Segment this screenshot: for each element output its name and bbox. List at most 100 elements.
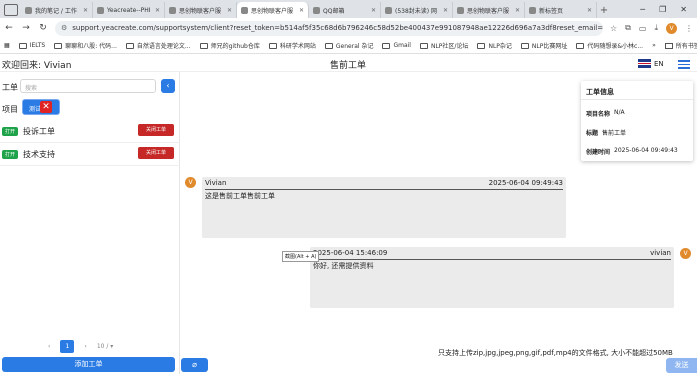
welcome-text: 欢迎回来: Vivian <box>2 61 72 71</box>
tab-close-icon[interactable]: ✕ <box>587 7 592 14</box>
bookmark-item[interactable]: 师兄的github仓库 <box>199 41 260 50</box>
browser-tab[interactable]: Yeacreate--PHI ✕ <box>93 2 165 18</box>
forward-icon[interactable]: → <box>21 23 31 33</box>
minimize-icon[interactable]: ─ <box>640 5 645 14</box>
browser-tab-active[interactable]: 思创物联客户服 ✕ <box>237 2 309 18</box>
tab-close-icon[interactable]: ✕ <box>155 7 160 14</box>
window-controls: ─ ❐ ✕ <box>640 0 697 18</box>
bookmark-item[interactable]: 科研学术网站 <box>268 41 316 50</box>
tab-favicon-icon <box>241 6 248 14</box>
bookmark-item[interactable]: NLP杂记 <box>477 41 512 50</box>
tab-close-icon[interactable]: ✕ <box>83 7 88 14</box>
browser-tab[interactable]: 我的笔记 / 工作 ✕ <box>21 2 93 18</box>
info-row: 项目名称 N/A <box>586 109 625 118</box>
browser-tab-strip: 我的笔记 / 工作 ✕ Yeacreate--PHI ✕ 思创物联客户服 ✕ 思创物联… <box>0 0 697 18</box>
bookmark-item[interactable]: General 杂记 <box>324 41 373 50</box>
screenshot-tooltip: 截图(Alt + A) <box>282 251 320 262</box>
bookmark-item[interactable]: Gmail <box>382 42 411 49</box>
uk-flag-icon <box>638 59 651 68</box>
back-icon[interactable]: ← <box>4 23 14 33</box>
next-page-icon[interactable]: › <box>84 343 86 350</box>
address-bar[interactable]: ⚙ support.yeacreate.com/supportsystem/cl… <box>55 20 603 36</box>
ticket-sidebar: 工单 搜索 ‹ 项目 测试 ✕ 打开 投诉工单 关闭工单 打开 技术支持 关闭工… <box>0 72 180 374</box>
message-text: 这是售前工单售前工单 <box>205 192 275 200</box>
prev-page-icon[interactable]: ‹ <box>48 343 50 350</box>
star-icon[interactable]: ☆ <box>610 24 617 33</box>
divider <box>205 189 563 190</box>
bookmark-item[interactable]: 聊聊和八股: 代码... <box>54 41 117 50</box>
page-size-select[interactable]: 10 / ▾ <box>97 343 113 350</box>
downloads-icon[interactable]: ⤓ <box>654 23 658 33</box>
ticket-list-item[interactable]: 打开 投诉工单 关闭工单 <box>0 121 180 143</box>
message-text: 你好, 还需提供资料 <box>313 262 374 270</box>
close-ticket-button[interactable]: 关闭工单 <box>138 147 174 159</box>
send-button[interactable]: 发送 <box>666 358 697 373</box>
restore-icon[interactable]: ❐ <box>659 5 666 14</box>
ticket-name: 投诉工单 <box>23 127 55 136</box>
tab-close-icon[interactable]: ✕ <box>443 7 448 14</box>
info-row: 标题 售前工单 <box>586 130 627 137</box>
reload-icon[interactable]: ↻ <box>38 23 48 33</box>
tab-favicon-icon <box>457 6 464 14</box>
close-ticket-button[interactable]: 关闭工单 <box>138 124 174 136</box>
info-row: 创建时间 2025-06-04 09:49:43 <box>586 147 678 156</box>
bookmark-item[interactable]: 代码随想录&小林c... <box>576 41 643 50</box>
current-page[interactable]: 1 <box>60 340 75 353</box>
tab-favicon-icon <box>25 6 32 14</box>
collapse-sidebar-button[interactable]: ‹ <box>161 79 175 93</box>
new-tab-icon[interactable]: + <box>597 5 611 16</box>
browser-actions: ☆ ⧉ ▭ ⤓ V ⋮ <box>610 22 693 34</box>
language-switch[interactable]: EN <box>638 59 664 68</box>
divider <box>581 99 693 100</box>
browser-tab[interactable]: 思创物联客户服 ✕ <box>165 2 237 18</box>
browser-tab[interactable]: QQ邮箱 ✕ <box>309 2 381 18</box>
add-ticket-button[interactable]: 添加工单 <box>2 357 175 372</box>
message-bubble: vivian 2025-06-04 15:46:09 你好, 还需提供资料 <box>310 247 674 308</box>
remove-project-icon[interactable]: ✕ <box>40 101 52 113</box>
folder-icon <box>268 42 277 49</box>
tab-favicon-icon <box>529 6 536 14</box>
split-icon[interactable]: ▭ <box>639 24 647 33</box>
apps-icon[interactable]: ▦ <box>4 42 10 49</box>
browser-menu-icon[interactable]: ⋮ <box>685 24 693 33</box>
tab-favicon-icon <box>385 6 392 14</box>
hamburger-menu-icon[interactable] <box>678 58 690 71</box>
folder-icon <box>419 42 428 49</box>
bookmarks-bar: ▦ IELTS 聊聊和八股: 代码... 自然语言处理论文... 师兄的gith… <box>0 38 697 54</box>
ticket-list-item[interactable]: 打开 技术支持 关闭工单 <box>0 144 180 166</box>
browser-tab[interactable]: (538封未读) 网 ✕ <box>381 2 453 18</box>
site-info-icon[interactable]: ⚙ <box>61 24 67 32</box>
profile-avatar[interactable]: V <box>666 22 677 34</box>
tab-favicon-icon <box>313 6 320 14</box>
tab-close-icon[interactable]: ✕ <box>227 7 232 14</box>
folder-icon <box>664 42 673 49</box>
browser-tab[interactable]: 思创物联客户服 ✕ <box>453 2 525 18</box>
all-bookmarks[interactable]: 所有书签 <box>664 41 697 50</box>
folder-icon <box>324 42 333 49</box>
message-sender: vivian <box>650 249 671 257</box>
folder-icon <box>18 42 27 49</box>
browser-navbar: ← → ↻ ⚙ support.yeacreate.com/supportsys… <box>0 18 697 38</box>
bookmark-item[interactable]: NLP比赛网址 <box>520 41 567 50</box>
extensions-icon[interactable]: ⧉ <box>625 23 631 33</box>
browser-tab[interactable]: 新标签页 ✕ <box>525 2 597 18</box>
search-input[interactable]: 搜索 <box>20 79 156 93</box>
bookmark-item[interactable]: NLP社区/论坛 <box>419 41 468 50</box>
more-bookmarks-icon[interactable]: » <box>652 42 656 49</box>
message-bubble: Vivian 2025-06-04 09:49:43 这是售前工单售前工单 <box>202 177 566 238</box>
page-title: 售前工单 <box>330 61 367 71</box>
bookmark-item[interactable]: 自然语言处理论文... <box>125 41 191 50</box>
attach-file-button[interactable]: ⌀ <box>181 358 208 372</box>
close-window-icon[interactable]: ✕ <box>680 5 687 14</box>
info-heading: 工单信息 <box>586 88 614 96</box>
ticket-name: 技术支持 <box>23 150 55 159</box>
bookmark-item[interactable]: IELTS <box>18 42 45 49</box>
divider <box>313 259 671 260</box>
gmail-icon <box>382 42 391 49</box>
tab-close-icon[interactable]: ✕ <box>299 7 304 14</box>
browser-app-icon[interactable] <box>4 4 18 16</box>
avatar: V <box>680 248 691 259</box>
tab-close-icon[interactable]: ✕ <box>515 7 520 14</box>
folder-icon <box>576 42 585 49</box>
tab-close-icon[interactable]: ✕ <box>371 7 376 14</box>
